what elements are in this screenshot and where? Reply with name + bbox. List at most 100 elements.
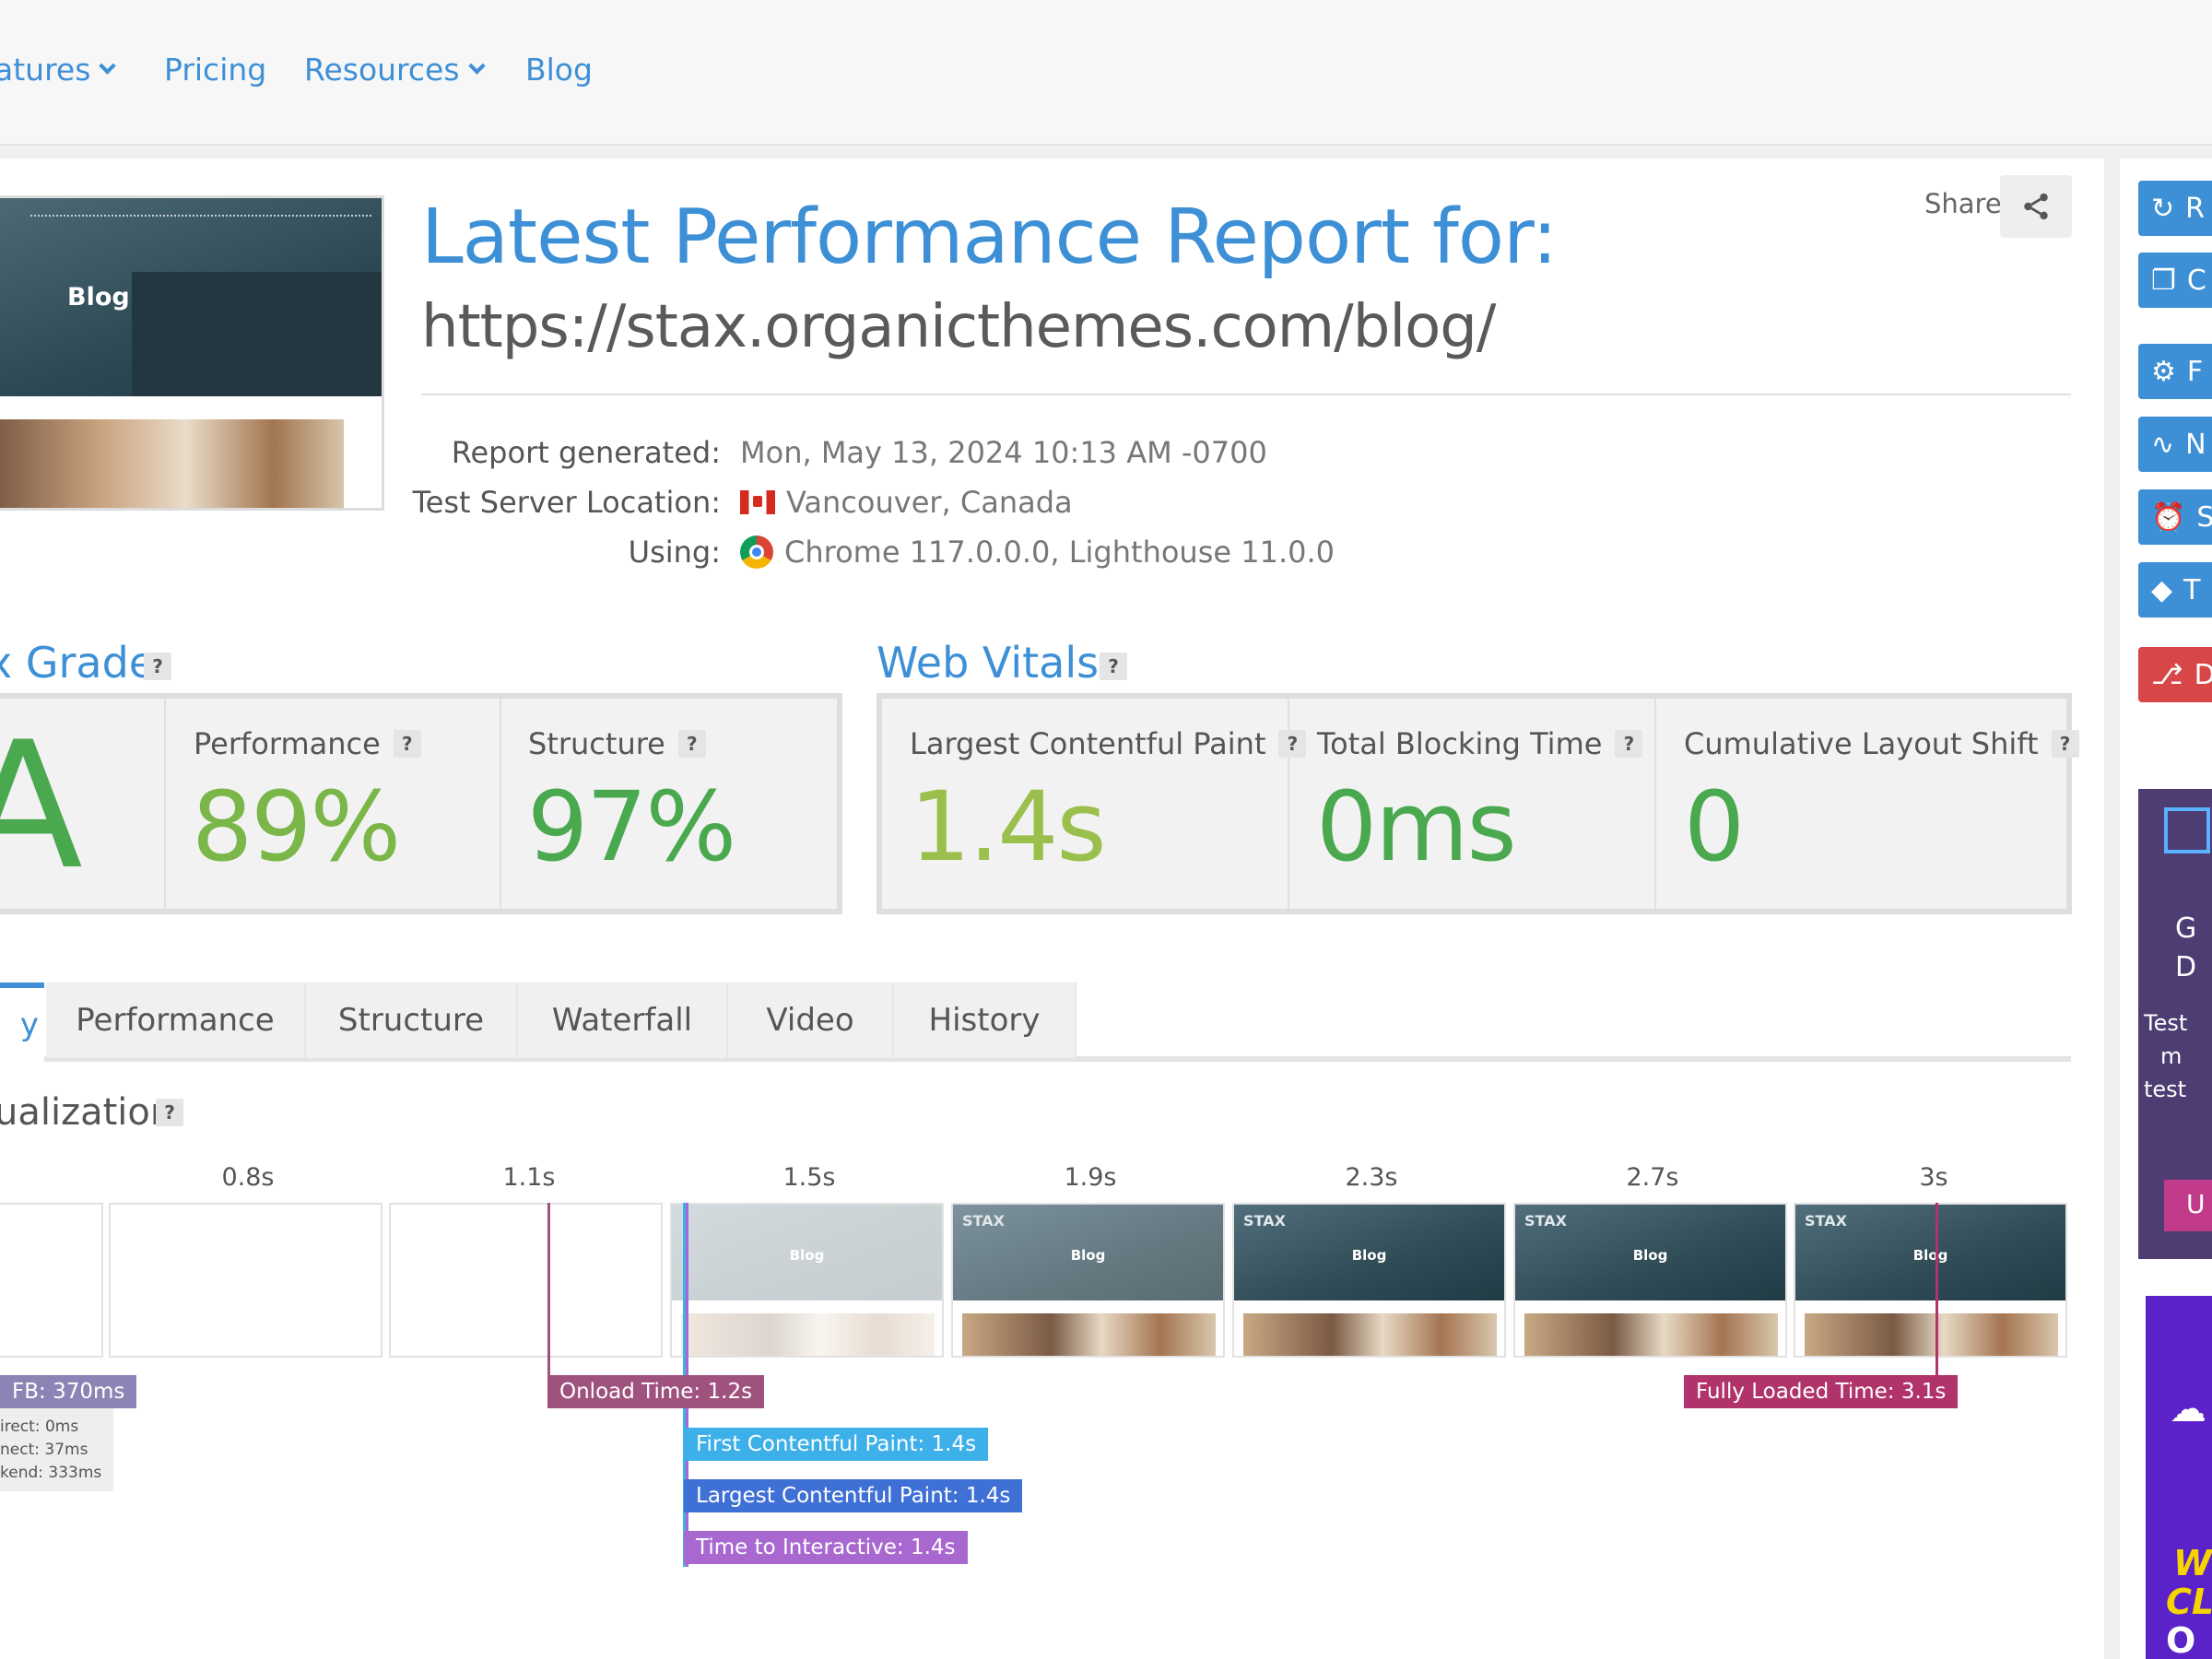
sidebar-ad[interactable]: G D Test m test U [2138,789,2212,1259]
ttfb-redirect: irect: 0ms [0,1418,79,1436]
ad-banner-line: CL [2166,1582,2212,1622]
divider [421,394,2071,395]
tag-button[interactable]: ◆ T [2138,562,2212,618]
ad-banner-line: W [2173,1543,2212,1583]
chrome-icon [740,535,773,569]
compare-button[interactable]: ❐ C [2138,253,2212,308]
tab-performance[interactable]: Performance [46,982,306,1058]
thumbnail-photo [0,419,344,508]
lcp-marker-label: Largest Contentful Paint: 1.4s [684,1479,1023,1512]
performance-label-text: Performance [194,726,381,761]
tbt-value: 0ms [1316,771,1517,883]
filmstrip-frame[interactable] [389,1203,663,1358]
nav-blog-label: Blog [525,52,593,88]
lcp-label-text: Largest Contentful Paint [910,726,1266,761]
frame-photo [681,1313,935,1356]
nav-features[interactable]: atures [0,52,117,88]
tab-waterfall[interactable]: Waterfall [518,982,728,1058]
nav-pricing[interactable]: Pricing [164,52,266,88]
frame-logo: STAX [1805,1212,1847,1230]
report-url[interactable]: https://stax.organicthemes.com/blog/ [421,293,1496,361]
frame-hero-text: Blog [1912,1247,1948,1264]
retest-button[interactable]: ↻ R [2138,181,2212,236]
canada-flag-icon [740,490,775,514]
frame-content: Blog [672,1205,942,1356]
tab-video-label: Video [766,1002,854,1039]
ttfb-marker-label: FB: 370ms [0,1375,137,1408]
sidebar-ad-banner[interactable]: ☁ W CL O [2146,1296,2212,1659]
share-button[interactable] [2000,175,2072,238]
tab-structure-label: Structure [337,1002,485,1039]
tti-marker-label: Time to Interactive: 1.4s [684,1531,968,1564]
frame-hero-text: Blog [1070,1247,1106,1264]
using-text: Chrome 117.0.0.0, Lighthouse 11.0.0 [784,535,1335,570]
nav-blog[interactable]: Blog [525,52,593,88]
tbt-help-icon[interactable]: ? [1615,730,1643,758]
filmstrip-frame[interactable]: STAX Blog [1513,1203,1787,1358]
performance-help-icon[interactable]: ? [393,730,421,758]
filmstrip-frame[interactable] [109,1203,382,1358]
test-location-label: Test Server Location: [412,485,721,520]
tab-summary[interactable]: y [0,982,44,1062]
test-location-value: Vancouver, Canada [740,485,1073,520]
settings-button[interactable]: ⚙ F [2138,344,2212,399]
tbt-label-text: Total Blocking Time [1317,726,1603,761]
web-vitals-help-icon[interactable]: ? [1100,653,1127,680]
visualization-title: ualization [0,1091,174,1134]
chevron-down-icon [467,57,486,75]
timeline-tick: 1.1s [502,1163,556,1192]
download-pdf-button[interactable]: ⎇ D [2138,647,2212,702]
ad-graphic [2164,807,2210,853]
performance-score: 89% [192,771,401,883]
frame-logo: STAX [1243,1212,1286,1230]
nav-features-label: atures [0,52,91,88]
onload-marker-label: Onload Time: 1.2s [547,1375,765,1408]
using-value: Chrome 117.0.0.0, Lighthouse 11.0.0 [740,535,1335,570]
cls-metric-label: Cumulative Layout Shift? [1684,726,2079,761]
nav-resources[interactable]: Resources [304,52,486,88]
copy-icon: ❐ [2151,264,2176,297]
visualization-help-icon[interactable]: ? [156,1099,183,1126]
tab-summary-label: y [19,1006,39,1043]
settings-label: F [2186,355,2204,388]
tag-label: T [2183,573,2201,606]
tab-structure[interactable]: Structure [306,982,518,1058]
filmstrip-frame[interactable]: STAX Blog [1794,1203,2067,1358]
share-label: Share [1924,188,2002,219]
fcp-marker-label: First Contentful Paint: 1.4s [684,1428,989,1461]
ad-body-line: m [2160,1043,2183,1069]
pdf-icon: ⎇ [2151,658,2183,691]
report-generated-label: Report generated: [451,435,721,470]
schedule-button[interactable]: ⏰ S [2138,489,2212,545]
timeline-tick: 2.7s [1626,1163,1679,1192]
divider [500,699,501,909]
grade-help-icon[interactable]: ? [144,653,171,680]
share-icon [2024,193,2048,220]
ad-banner-line: O [2166,1620,2196,1659]
cls-help-icon[interactable]: ? [2051,730,2079,758]
filmstrip-frame[interactable] [0,1203,103,1358]
tab-video[interactable]: Video [728,982,894,1058]
ad-logo-icon: ☁ [2170,1388,2206,1430]
frame-photo [1524,1313,1778,1356]
using-label: Using: [628,535,721,570]
download-pdf-label: D [2194,658,2212,691]
ad-cta-button[interactable]: U [2164,1180,2212,1231]
monitor-button[interactable]: ∿ N [2138,417,2212,472]
cls-value: 0 [1684,771,1745,883]
divider [164,699,166,909]
filmstrip-frame[interactable]: STAX Blog [1232,1203,1506,1358]
tab-history[interactable]: History [894,982,1077,1058]
cls-label-text: Cumulative Layout Shift [1684,726,2039,761]
filmstrip-frame[interactable]: Blog [670,1203,944,1358]
frame-logo: STAX [1524,1212,1567,1230]
lcp-help-icon[interactable]: ? [1278,730,1307,758]
tab-waterfall-label: Waterfall [551,1002,693,1039]
thumbnail-menu [30,215,371,222]
structure-help-icon[interactable]: ? [677,730,706,758]
gear-icon: ⚙ [2151,355,2176,388]
filmstrip-frame[interactable]: STAX Blog [951,1203,1225,1358]
timeline-tick: 1.5s [782,1163,836,1192]
timeline-tick: 2.3s [1345,1163,1398,1192]
report-generated-text: Mon, May 13, 2024 10:13 AM -0700 [740,435,1267,470]
